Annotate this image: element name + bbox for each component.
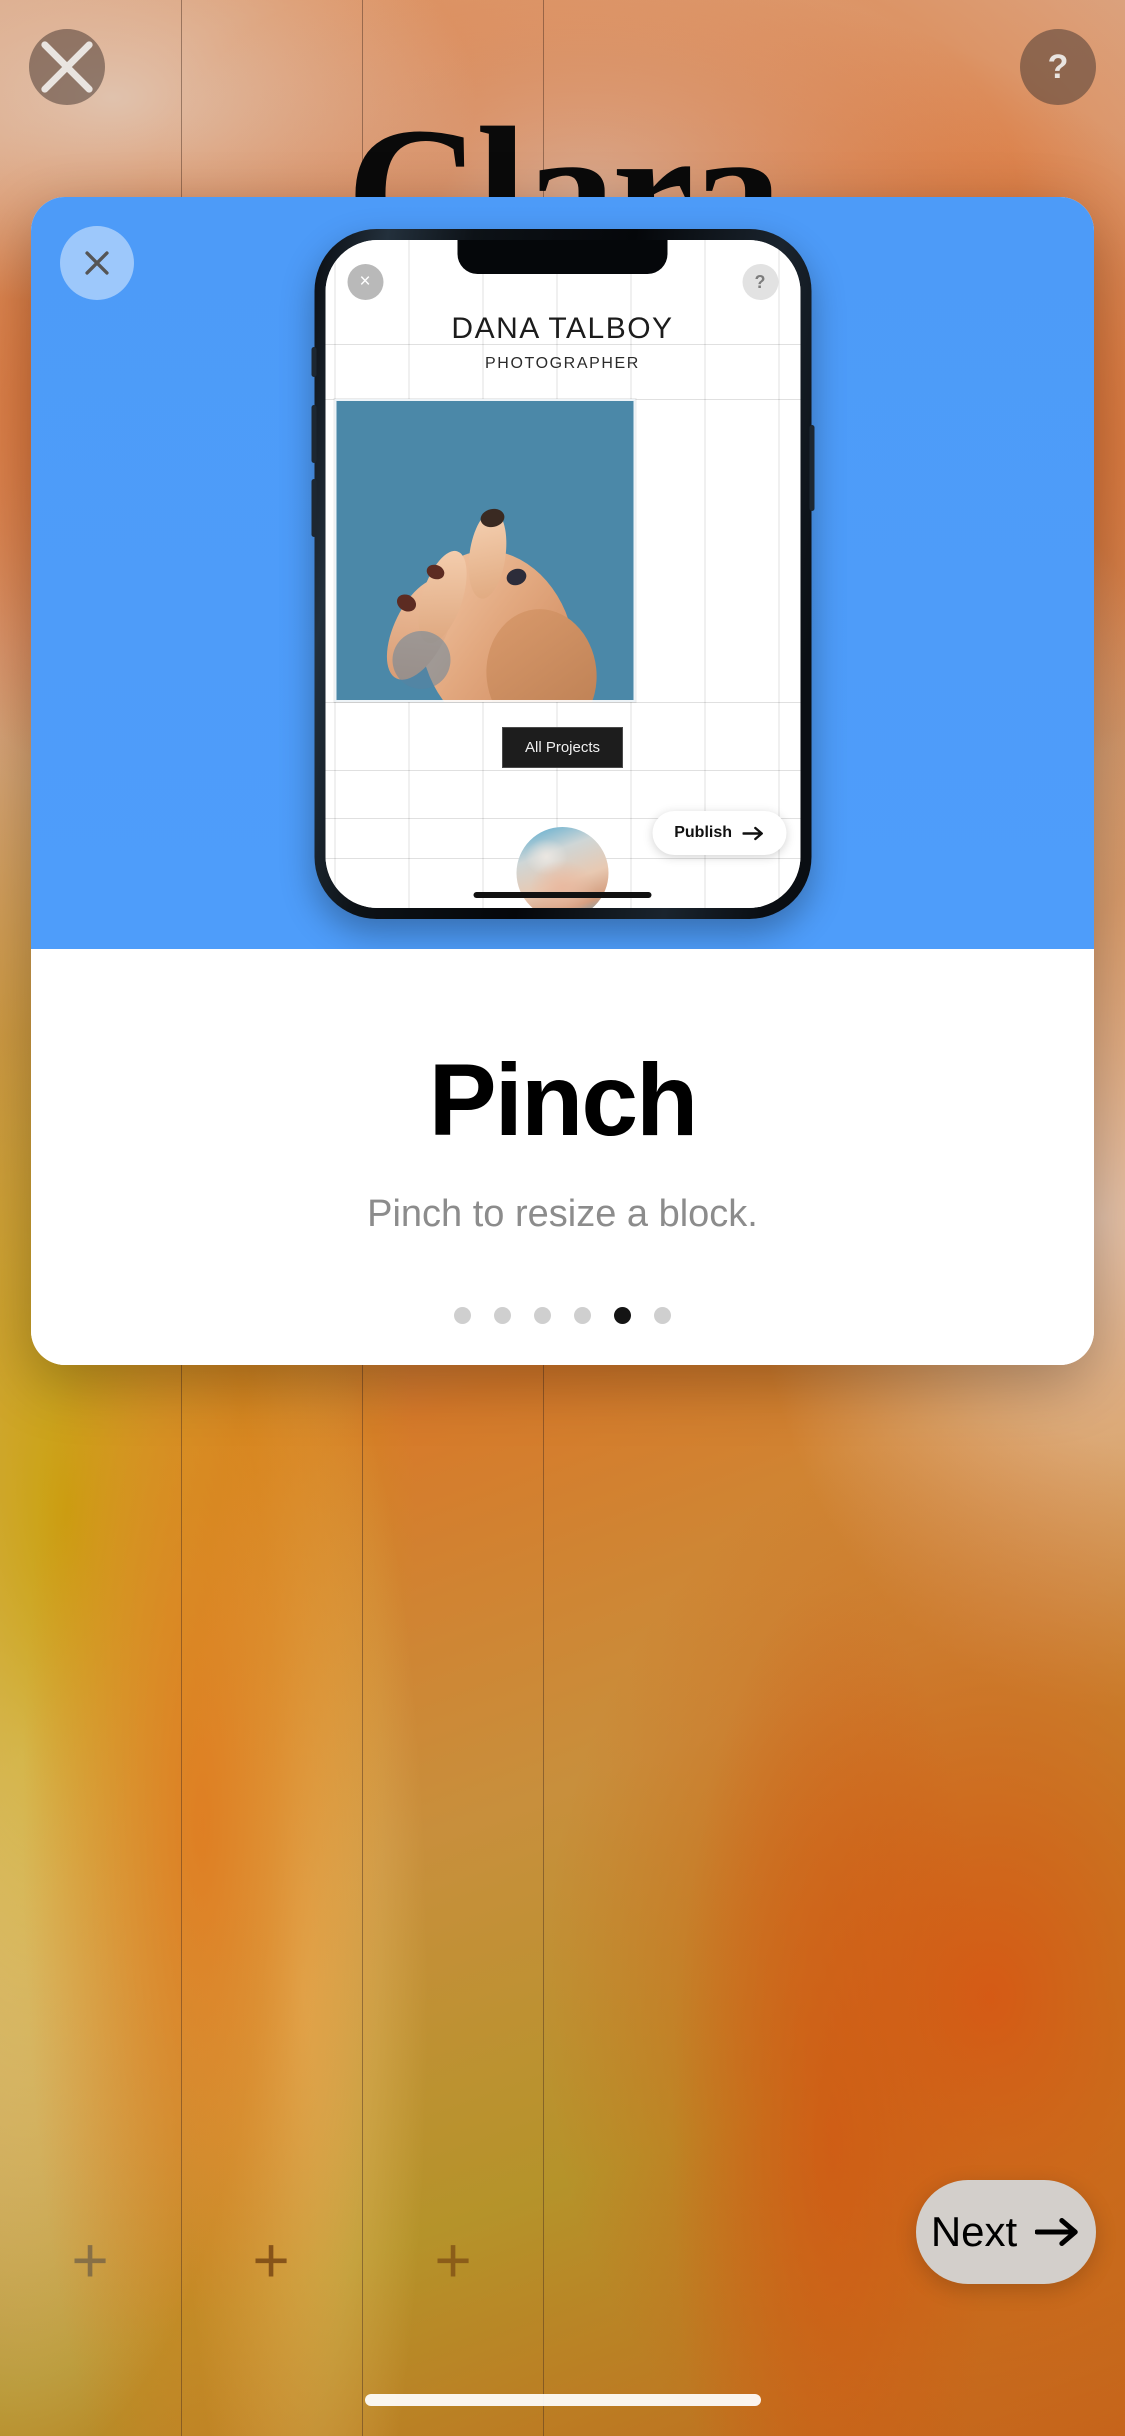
phone-screen: × ? DANA TALBOY PHOTOGRAPHER All Project… [325, 240, 800, 908]
preview-close-button[interactable]: × [347, 264, 383, 300]
pagination-dot[interactable] [574, 1307, 591, 1324]
modal-close-button[interactable] [60, 226, 134, 300]
preview-hero-image-frame [334, 399, 635, 702]
modal-body: Pinch Pinch to resize a block. [31, 949, 1094, 1365]
phone-mute-switch [311, 347, 316, 377]
arrow-right-icon [1035, 2218, 1078, 2246]
all-projects-label: All Projects [524, 739, 601, 756]
plus-icon[interactable]: + [252, 2228, 289, 2292]
preview-home-indicator [473, 892, 652, 898]
pagination-dot[interactable] [534, 1307, 551, 1324]
close-icon [85, 251, 109, 275]
preview-site-role: PHOTOGRAPHER [485, 355, 640, 372]
publish-label: Publish [674, 824, 732, 841]
plus-icon[interactable]: + [71, 2228, 108, 2292]
pagination-dot-active[interactable] [614, 1307, 631, 1324]
pagination-dots [31, 1307, 1094, 1324]
phone-volume-down-button [311, 479, 316, 537]
pagination-dot[interactable] [494, 1307, 511, 1324]
phone-notch [457, 240, 668, 274]
canvas-help-button[interactable]: ? [1020, 29, 1096, 105]
close-icon: × [359, 271, 371, 292]
help-icon: ? [754, 271, 766, 292]
canvas-close-button[interactable] [29, 29, 105, 105]
plus-icon[interactable]: + [434, 2228, 471, 2292]
preview-help-button[interactable]: ? [742, 264, 778, 300]
close-icon [41, 41, 93, 93]
pagination-dot[interactable] [454, 1307, 471, 1324]
next-button[interactable]: Next [916, 2180, 1096, 2284]
preview-publish-button[interactable]: Publish [652, 811, 786, 855]
phone-volume-up-button [311, 405, 316, 463]
grid-line [325, 702, 800, 703]
onboarding-modal: × ? DANA TALBOY PHOTOGRAPHER All Project… [31, 197, 1094, 1365]
modal-title: Pinch [428, 1043, 699, 1157]
help-icon: ? [1047, 47, 1069, 86]
pagination-dot[interactable] [654, 1307, 671, 1324]
modal-hero: × ? DANA TALBOY PHOTOGRAPHER All Project… [31, 197, 1094, 949]
next-label: Next [930, 2208, 1018, 2255]
arrow-right-icon [742, 826, 763, 840]
preview-all-projects-button[interactable]: All Projects [502, 727, 623, 768]
home-indicator [364, 2394, 761, 2406]
phone-page-content: × ? DANA TALBOY PHOTOGRAPHER All Project… [325, 240, 800, 908]
grid-line [325, 770, 800, 771]
phone-mockup: × ? DANA TALBOY PHOTOGRAPHER All Project… [311, 229, 814, 919]
phone-power-button [809, 425, 814, 511]
preview-site-name: DANA TALBOY [451, 312, 674, 345]
modal-description: Pinch to resize a block. [367, 1193, 758, 1235]
